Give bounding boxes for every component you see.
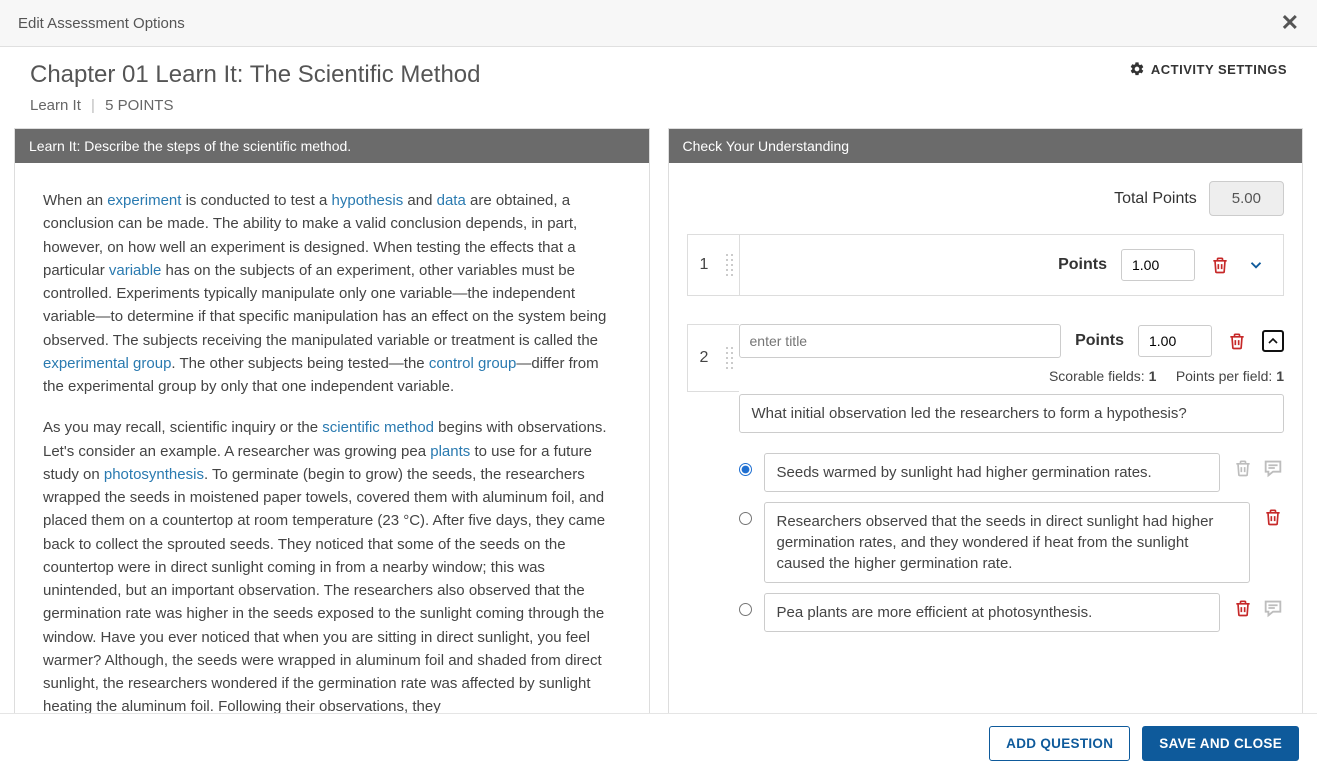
chapter-subtitle: Learn It | 5 POINTS <box>0 93 1317 128</box>
link-experimental-group[interactable]: experimental group <box>43 355 171 372</box>
dialog-header: Edit Assessment Options ✕ <box>0 0 1317 47</box>
question-card: Points <box>739 234 1285 296</box>
question-number: 2 <box>687 324 721 392</box>
link-variable[interactable]: variable <box>109 262 162 279</box>
activity-settings-label: ACTIVITY SETTINGS <box>1151 62 1287 77</box>
comment-icon <box>1262 457 1284 479</box>
learn-it-body: When an experiment is conducted to test … <box>15 163 649 713</box>
answer-radio[interactable] <box>739 603 752 616</box>
delete-answer-button[interactable] <box>1262 506 1284 528</box>
total-points-label: Total Points <box>1114 190 1197 208</box>
chevron-down-icon <box>1247 256 1265 274</box>
learn-it-panel: Learn It: Describe the steps of the scie… <box>14 128 650 713</box>
link-photosynthesis[interactable]: photosynthesis <box>104 466 204 483</box>
chevron-up-icon <box>1265 333 1281 349</box>
subtitle-right: 5 POINTS <box>105 97 173 114</box>
subtitle-divider: | <box>91 97 95 114</box>
link-plants[interactable]: plants <box>430 443 470 460</box>
answer-text[interactable]: Researchers observed that the seeds in d… <box>764 502 1251 583</box>
trash-icon <box>1233 598 1253 618</box>
subtitle-left: Learn It <box>30 97 81 114</box>
answer-text[interactable]: Pea plants are more efficient at photosy… <box>764 593 1221 632</box>
collapse-question-button[interactable] <box>1262 330 1284 352</box>
check-understanding-header: Check Your Understanding <box>669 129 1303 163</box>
dialog-title: Edit Assessment Options <box>18 15 185 32</box>
trash-icon <box>1263 507 1283 527</box>
drag-handle[interactable] <box>721 324 739 392</box>
link-control-group[interactable]: control group <box>429 355 517 372</box>
delete-question-button[interactable] <box>1226 330 1248 352</box>
content-scroll[interactable]: Chapter 01 Learn It: The Scientific Meth… <box>0 47 1317 713</box>
comment-answer-button[interactable] <box>1262 457 1284 479</box>
points-label: Points <box>1058 256 1107 274</box>
trash-icon <box>1210 255 1230 275</box>
answer-row: Researchers observed that the seeds in d… <box>739 502 1285 583</box>
answer-radio[interactable] <box>739 463 752 476</box>
check-understanding-panel: Check Your Understanding Total Points 5.… <box>668 128 1304 713</box>
trash-icon <box>1227 331 1247 351</box>
delete-answer-button[interactable] <box>1232 597 1254 619</box>
answer-actions <box>1232 453 1284 479</box>
trash-icon <box>1233 458 1253 478</box>
question-card: Points Scorable fields: 1 <box>739 324 1285 632</box>
answer-actions <box>1262 502 1284 528</box>
answer-actions <box>1232 593 1284 619</box>
comment-answer-button[interactable] <box>1262 597 1284 619</box>
learn-it-paragraph-1: When an experiment is conducted to test … <box>43 189 621 398</box>
total-points-value: 5.00 <box>1209 181 1284 216</box>
link-data[interactable]: data <box>437 192 466 209</box>
delete-answer-button[interactable] <box>1232 457 1254 479</box>
learn-it-paragraph-2: As you may recall, scientific inquiry or… <box>43 416 621 713</box>
learn-it-header: Learn It: Describe the steps of the scie… <box>15 129 649 163</box>
save-and-close-button[interactable]: SAVE AND CLOSE <box>1142 726 1299 761</box>
comment-icon <box>1262 597 1284 619</box>
question-title-input[interactable] <box>739 324 1062 358</box>
gear-icon <box>1129 61 1145 77</box>
add-question-button[interactable]: ADD QUESTION <box>989 726 1130 761</box>
answer-radio[interactable] <box>739 512 752 525</box>
answer-row: Pea plants are more efficient at photosy… <box>739 593 1285 632</box>
link-hypothesis[interactable]: hypothesis <box>332 192 404 209</box>
question-stem[interactable]: What initial observation led the researc… <box>739 394 1285 433</box>
points-label: Points <box>1075 332 1124 350</box>
question-row-1: 1 Points <box>687 234 1285 296</box>
points-input[interactable] <box>1138 325 1212 357</box>
close-icon[interactable]: ✕ <box>1281 10 1299 36</box>
question-row-2: 2 Points <box>687 324 1285 632</box>
activity-settings-button[interactable]: ACTIVITY SETTINGS <box>1129 61 1287 77</box>
drag-handle[interactable] <box>721 234 739 296</box>
dialog-footer: ADD QUESTION SAVE AND CLOSE <box>0 713 1317 773</box>
expand-question-button[interactable] <box>1245 254 1267 276</box>
points-input[interactable] <box>1121 249 1195 281</box>
page-title: Chapter 01 Learn It: The Scientific Meth… <box>30 61 480 89</box>
answer-row: Seeds warmed by sunlight had higher germ… <box>739 453 1285 492</box>
question-number: 1 <box>687 234 721 296</box>
link-scientific-method[interactable]: scientific method <box>322 419 434 436</box>
delete-question-button[interactable] <box>1209 254 1231 276</box>
question-meta: Scorable fields: 1 Points per field: 1 <box>739 368 1285 384</box>
link-experiment[interactable]: experiment <box>107 192 181 209</box>
answer-text[interactable]: Seeds warmed by sunlight had higher germ… <box>764 453 1221 492</box>
